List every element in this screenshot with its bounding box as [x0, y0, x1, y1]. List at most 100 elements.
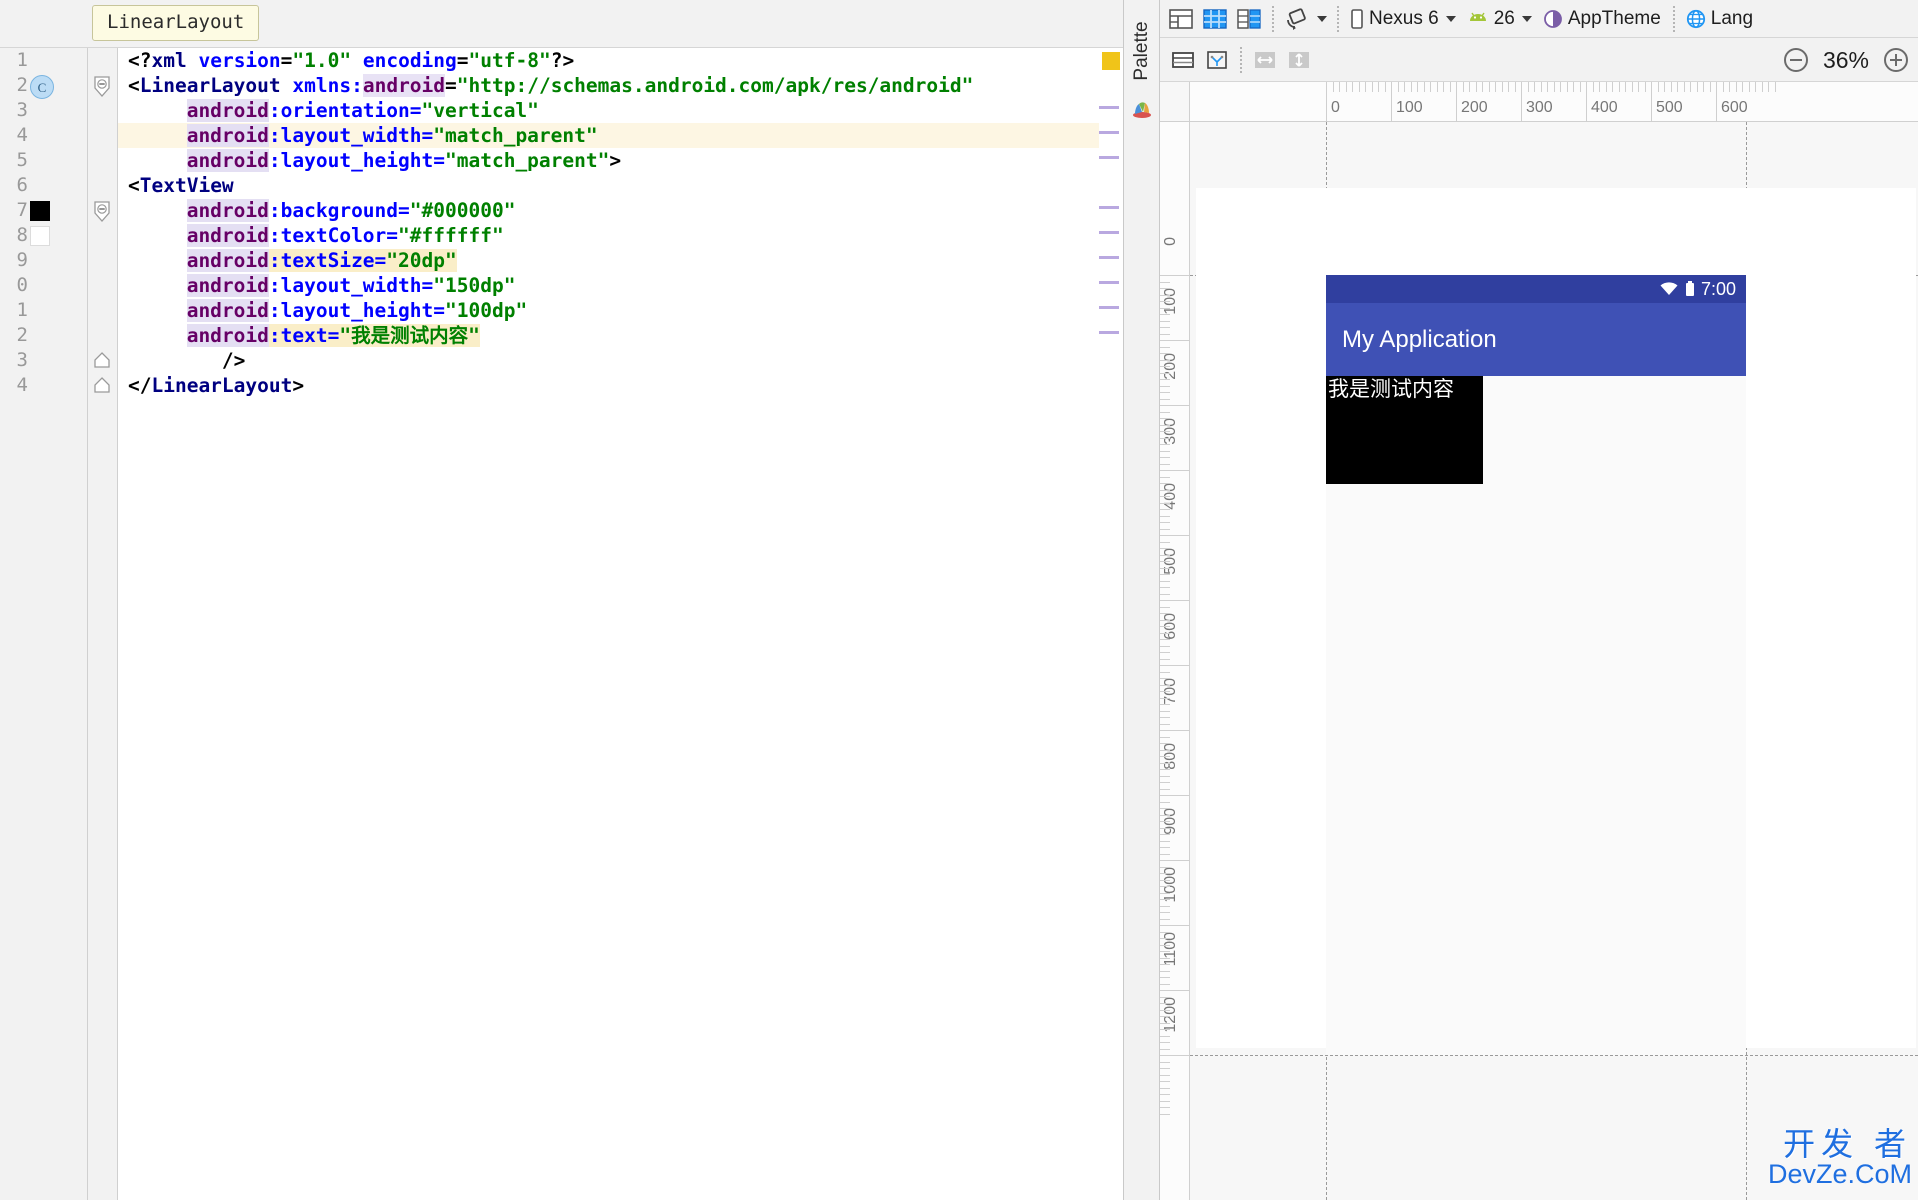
code-line-9[interactable]: android:textSize="20dp": [118, 248, 1123, 273]
line-number: 8: [16, 224, 28, 246]
show-layout-decorations-button[interactable]: [1166, 43, 1200, 77]
code-line-2[interactable]: <LinearLayout xmlns:android="http://sche…: [118, 73, 1123, 98]
occurrence-marker[interactable]: [1099, 131, 1119, 134]
fold-collapse-icon-line6[interactable]: [92, 201, 112, 222]
breadcrumb-linearlayout[interactable]: LinearLayout: [92, 5, 260, 41]
line-number: 0: [16, 274, 28, 296]
guide-bottom: [1190, 1055, 1918, 1056]
palette-icon: [1130, 96, 1154, 120]
line-number: 6: [16, 174, 28, 196]
code-line-13[interactable]: />: [118, 348, 1123, 373]
ruler-h-label: 200: [1461, 99, 1488, 116]
ruler-h-label: 400: [1591, 99, 1618, 116]
toolbar-separator: [1672, 5, 1675, 32]
code-line-14[interactable]: </LinearLayout>: [118, 373, 1123, 398]
class-marker-icon[interactable]: C: [30, 75, 54, 99]
expand-vertically-button[interactable]: [1282, 43, 1316, 77]
horizontal-ruler: 0 100 200 300 400 500 600: [1190, 82, 1918, 122]
code-line-11[interactable]: android:layout_height="100dp": [118, 298, 1123, 323]
theme-selector[interactable]: AppTheme: [1538, 2, 1667, 36]
code-line-10[interactable]: android:layout_width="150dp": [118, 273, 1123, 298]
textview-widget[interactable]: 我是测试内容: [1326, 376, 1483, 484]
rotate-device-icon: [1287, 7, 1306, 30]
occurrence-marker[interactable]: [1099, 256, 1119, 259]
code-line-6[interactable]: <TextView: [118, 173, 1123, 198]
editor-gutter[interactable]: 1 2 3 4 5 6 7 8 9 0 1 2 3 4 C: [0, 48, 88, 1200]
ruler-h-label: 300: [1526, 99, 1553, 116]
vertical-ruler: 0 100 200 300 400 500 600 700 800 900 10…: [1160, 122, 1190, 1200]
code-line-8[interactable]: android:textColor="#ffffff": [118, 223, 1123, 248]
line-number: 1: [16, 299, 28, 321]
occurrence-marker[interactable]: [1099, 156, 1119, 159]
line-number: 4: [16, 374, 28, 396]
code-line-7[interactable]: android:background="#000000": [118, 198, 1123, 223]
device-preview[interactable]: 7:00 My Application 我是测试内容: [1326, 275, 1746, 1055]
ruler-h-label: 0: [1331, 99, 1340, 116]
occurrence-marker[interactable]: [1099, 231, 1119, 234]
occurrence-marker[interactable]: [1099, 281, 1119, 284]
line-number: 3: [16, 99, 28, 121]
palette-tool-strip[interactable]: Palette: [1124, 0, 1160, 1200]
device-content-area[interactable]: 我是测试内容: [1326, 376, 1746, 1055]
occurrence-marker[interactable]: [1099, 331, 1119, 334]
code-text-region[interactable]: <?xml version="1.0" encoding="utf-8"?> <…: [118, 48, 1123, 1200]
color-swatch-black-icon[interactable]: [30, 201, 50, 221]
line-number: 9: [16, 249, 28, 271]
layout-rows-icon: [1172, 51, 1194, 68]
both-mode-button[interactable]: [1232, 2, 1266, 36]
chevron-down-icon: [1445, 15, 1456, 22]
design-toolbar: Nexus 6 26 AppTheme Lang: [1160, 0, 1918, 38]
device-action-bar: My Application: [1326, 303, 1746, 376]
locale-label: Lang: [1710, 7, 1754, 29]
android-studio-layout-editor: LinearLayout 1 2 3 4 5 6 7 8 9 0 1 2 3 4…: [0, 0, 1918, 1200]
zoom-in-icon[interactable]: [1884, 48, 1908, 72]
zoom-out-icon[interactable]: [1784, 48, 1808, 72]
expand-horizontally-button[interactable]: [1248, 43, 1282, 77]
fold-end-icon-line14[interactable]: [92, 376, 112, 396]
device-canvas-viewport[interactable]: 7:00 My Application 我是测试内容: [1190, 122, 1918, 1200]
code-line-1[interactable]: <?xml version="1.0" encoding="utf-8"?>: [118, 48, 1123, 73]
occurrence-marker[interactable]: [1099, 106, 1119, 109]
design-mode-button[interactable]: [1164, 2, 1198, 36]
orientation-button[interactable]: [1280, 2, 1331, 36]
chevron-down-icon: [1521, 15, 1532, 22]
device-status-bar: 7:00: [1326, 275, 1746, 303]
ruler-corner: [1160, 82, 1190, 122]
ruler-h-label: 600: [1721, 99, 1748, 116]
ruler-v-label: 0: [1162, 237, 1179, 246]
locale-selector[interactable]: Lang: [1681, 2, 1759, 36]
code-line-4[interactable]: android:layout_width="match_parent": [118, 123, 1123, 148]
toolbar-separator: [1272, 5, 1274, 32]
blueprint-mode-button[interactable]: [1198, 2, 1232, 36]
color-swatch-white-icon[interactable]: [30, 226, 50, 246]
api-level-selector[interactable]: 26: [1462, 2, 1538, 36]
design-toolbar-secondary: 36%: [1160, 38, 1918, 82]
occurrence-marker[interactable]: [1099, 206, 1119, 209]
editor-fold-column[interactable]: [88, 48, 118, 1200]
occurrence-marker[interactable]: [1099, 306, 1119, 309]
code-area: 1 2 3 4 5 6 7 8 9 0 1 2 3 4 C <?xml vers…: [0, 48, 1123, 1200]
show-blueprint-guides-button[interactable]: [1200, 43, 1234, 77]
api-level-label: 26: [1493, 7, 1515, 29]
editor-marker-lane[interactable]: [1099, 48, 1123, 1200]
device-selector-label: Nexus 6: [1369, 7, 1439, 29]
palette-label[interactable]: Palette: [1131, 11, 1153, 91]
zoom-controls: 36%: [1784, 38, 1908, 82]
status-bar-time: 7:00: [1700, 279, 1736, 299]
globe-icon: [1686, 9, 1705, 28]
fold-end-icon-line13[interactable]: [92, 351, 112, 371]
arrows-vertical-icon: [1289, 51, 1309, 68]
design-canvas[interactable]: 0 100 200 300 400 500 600 0 100 200 300 …: [1160, 82, 1918, 1200]
code-line-3[interactable]: android:orientation="vertical": [118, 98, 1123, 123]
design-and-blueprint-icon: [1237, 8, 1261, 29]
device-selector[interactable]: Nexus 6: [1345, 2, 1462, 36]
warning-marker-icon[interactable]: [1102, 52, 1120, 70]
code-line-5[interactable]: android:layout_height="match_parent">: [118, 148, 1123, 173]
code-line-12[interactable]: android:text="我是测试内容": [118, 323, 1123, 348]
line-number: 1: [16, 49, 28, 71]
layout-blueprint-split-icon: [1169, 8, 1193, 29]
ruler-h-label: 500: [1656, 99, 1683, 116]
fold-collapse-icon-line2[interactable]: [92, 76, 112, 97]
toolbar-separator: [1240, 46, 1242, 73]
line-number: 4: [16, 124, 28, 146]
